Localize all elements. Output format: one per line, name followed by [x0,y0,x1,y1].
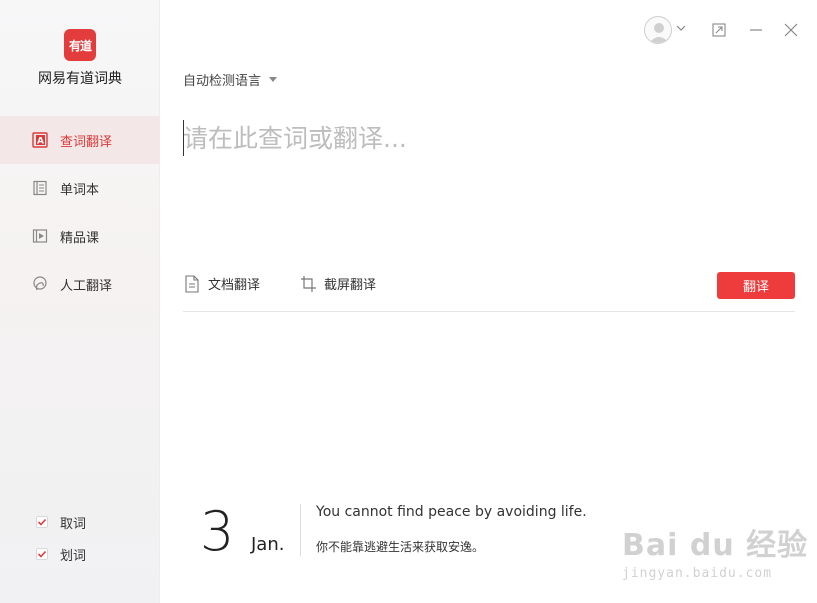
caret-down-icon [269,76,278,82]
checkbox-label: 划词 [60,548,87,564]
sidebar: 有道 网易有道词典 A 查词翻译 单词本 精品课 人工翻译 取词 划词 [0,0,160,603]
app-name: 网易有道词典 [38,71,122,87]
sidebar-item-human-translate[interactable]: 人工翻译 [0,260,160,308]
human-translate-icon [32,276,48,292]
translate-button[interactable]: 翻译 [717,272,795,299]
checkbox-checked-icon[interactable] [36,516,48,528]
sidebar-item-label: 查词翻译 [60,134,113,150]
sidebar-item-label: 精品课 [60,230,100,246]
watermark-main: Bai du 经验 [622,528,809,563]
daily-quote-zh: 你不能靠逃避生活来获取安逸。 [316,540,485,554]
svg-text:A: A [37,137,44,147]
language-selector[interactable]: 自动检测语言 [183,70,278,89]
daily-day: 3 [200,500,235,563]
divider [183,311,795,312]
select-word-checkbox[interactable]: 划词 [36,538,86,570]
sidebar-item-wordbook[interactable]: 单词本 [0,164,160,212]
minimize-icon[interactable] [748,22,764,38]
user-avatar-icon[interactable] [644,16,672,44]
capture-word-checkbox[interactable]: 取词 [36,506,86,538]
crop-icon [301,275,316,292]
watermark-url: jingyan.baidu.com [622,566,773,581]
course-play-icon [32,228,48,244]
search-input[interactable] [183,118,783,158]
sidebar-item-course[interactable]: 精品课 [0,212,160,260]
tool-label: 文档翻译 [208,278,261,293]
language-selector-label: 自动检测语言 [183,74,262,89]
chevron-down-icon[interactable] [675,22,687,34]
restore-icon[interactable] [711,22,727,38]
daily-month: Jan. [251,534,285,555]
sidebar-item-label: 单词本 [60,182,100,198]
screenshot-translate-button[interactable]: 截屏翻译 [300,274,376,293]
tool-label: 截屏翻译 [324,278,377,293]
wordbook-icon [32,180,48,196]
checkbox-checked-icon[interactable] [36,548,48,560]
quote-divider [300,504,301,556]
document-translate-button[interactable]: 文档翻译 [184,274,260,293]
app-window: 有道 网易有道词典 A 查词翻译 单词本 精品课 人工翻译 取词 划词 自动检测… [0,0,817,603]
sidebar-item-lookup[interactable]: A 查词翻译 [0,116,160,164]
sidebar-item-label: 人工翻译 [60,278,113,294]
baidu-watermark: Bai du 经验 jingyan.baidu.com [622,520,808,581]
capture-options: 取词 划词 [36,506,86,570]
close-icon[interactable] [783,22,799,38]
app-logo: 有道 [64,29,96,61]
daily-quote-en: You cannot find peace by avoiding life. [316,504,587,520]
sidebar-nav: A 查词翻译 单词本 精品课 人工翻译 [0,116,160,308]
checkbox-label: 取词 [60,516,87,532]
document-icon [185,274,199,293]
dictionary-a-icon: A [32,132,48,148]
